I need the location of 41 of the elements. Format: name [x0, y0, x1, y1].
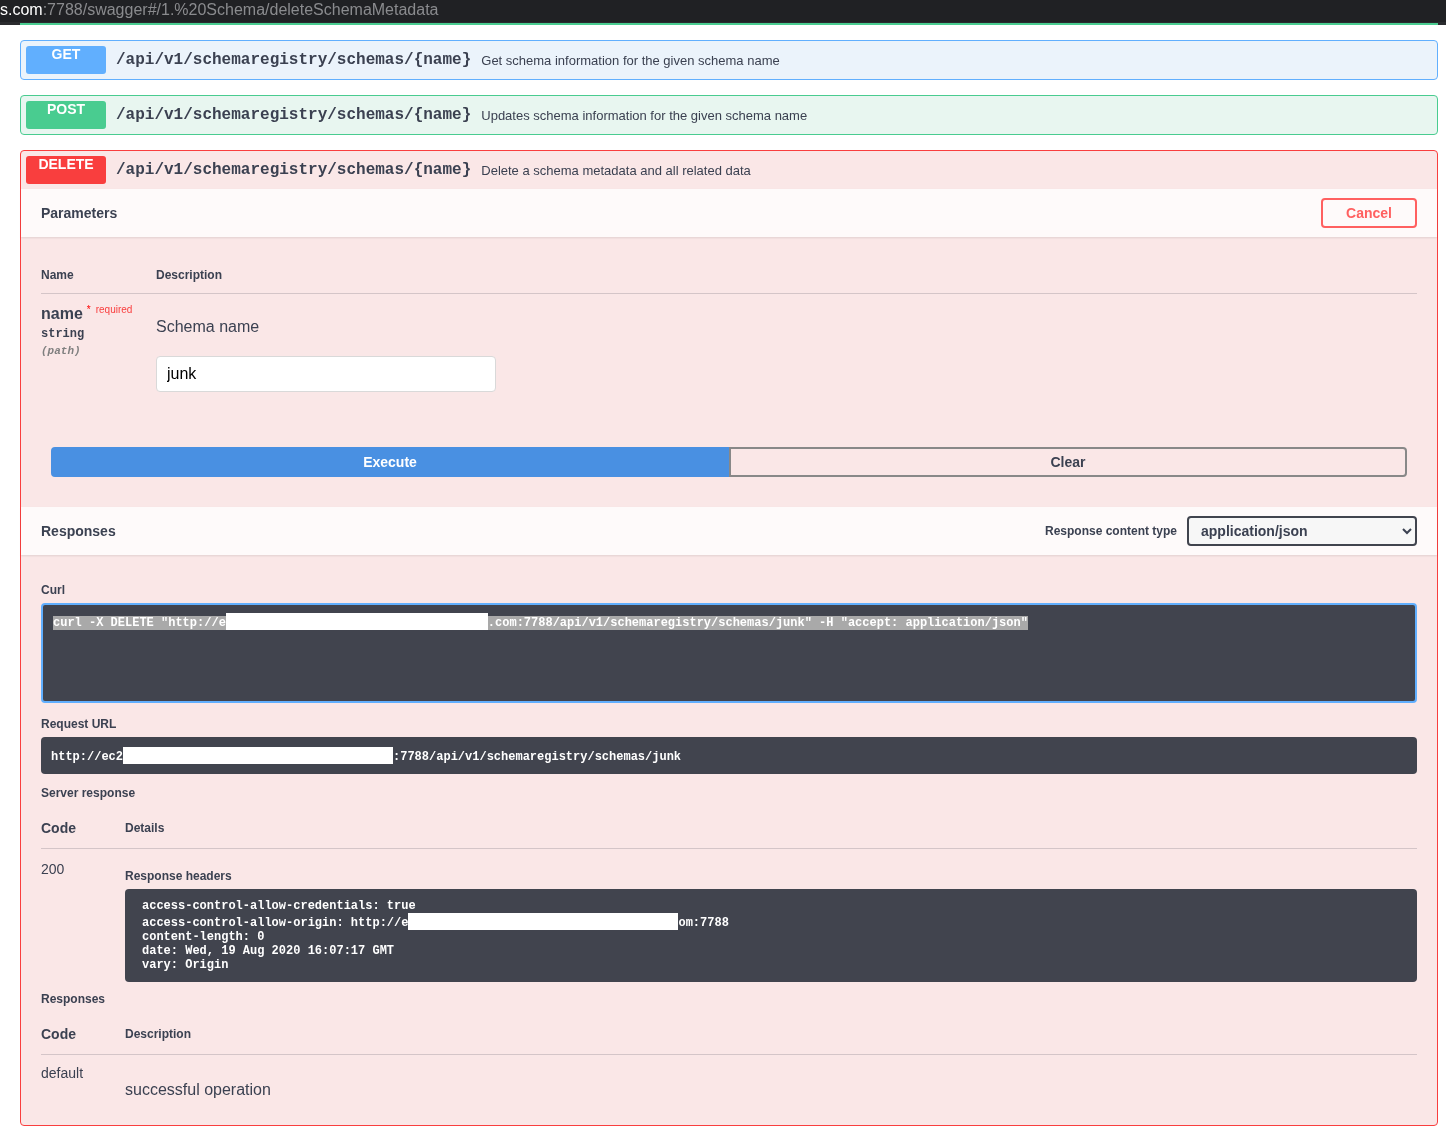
- column-header: Details: [125, 821, 165, 835]
- response-code: default: [41, 1065, 85, 1083]
- parameter-type: string: [41, 327, 86, 341]
- column-header: Name: [41, 268, 75, 282]
- parameter-name: name: [41, 305, 83, 322]
- required-label: required: [95, 304, 133, 315]
- field-label: Response headers: [125, 869, 233, 883]
- value-field[interactable]: junk: [156, 356, 496, 392]
- operation-block[interactable]: GET /api/v1/schemaregistry/schemas/{name} Get schema information for the given schema name: [20, 40, 1438, 80]
- column-header: Code: [41, 820, 77, 836]
- content-type-select[interactable]: application/json: [1187, 516, 1417, 546]
- method-badge: POST: [26, 101, 106, 129]
- endpoint-summary: Updates schema information for the given schema name: [481, 107, 808, 123]
- response-headers: access-control-allow-credentials: true access-control-allow-origin: http://e om:7788 content-length: 0 date: Wed, 19 Aug 2020 16:07:17 GMT vary: Origin: [125, 889, 1417, 982]
- endpoint-summary: Delete a schema metadata and all related data: [481, 162, 751, 178]
- endpoint-summary: Get schema information for the given schema name: [481, 52, 780, 68]
- endpoint-path[interactable]: /api/v1/schemaregistry/schemas/{name}: [116, 106, 472, 124]
- response-description: successful operation: [125, 1080, 271, 1099]
- request-url: http://ec2 :7788/api/v1/schemaregistry/schemas/junk: [41, 737, 1417, 774]
- clear-button[interactable]: Clear: [729, 447, 1407, 477]
- response-code: 200: [41, 861, 66, 879]
- parameter-description: Schema name: [156, 317, 261, 336]
- curl-command: curl -X DELETE "http://e .com:7788/api/v1/schemaregistry/schemas/junk" -H "accept: application/json": [41, 603, 1417, 703]
- section-title: Parameters: [41, 205, 118, 221]
- field-label: Responses: [41, 992, 107, 1006]
- column-header: Description: [125, 1027, 191, 1041]
- field-label: Request URL: [41, 717, 118, 731]
- required-mark: *: [86, 304, 91, 315]
- operation-block[interactable]: [20, 150, 1438, 1126]
- column-header: Description: [156, 268, 222, 282]
- column-header: Code: [41, 1026, 77, 1042]
- parameter-location: (path): [41, 345, 82, 357]
- section-title: Responses: [41, 523, 116, 539]
- method-badge: GET: [26, 46, 106, 74]
- content-type-label: Response content type: [1044, 524, 1177, 538]
- field-label: Server response: [41, 786, 137, 800]
- field-label: Curl: [41, 583, 66, 597]
- method-badge: DELETE: [26, 156, 106, 184]
- operation-block[interactable]: POST /api/v1/schemaregistry/schemas/{name} Updates schema information for the given schema name: [20, 95, 1438, 135]
- endpoint-path[interactable]: /api/v1/schemaregistry/schemas/{name}: [116, 51, 472, 69]
- endpoint-path[interactable]: /api/v1/schemaregistry/schemas/{name}: [116, 161, 472, 179]
